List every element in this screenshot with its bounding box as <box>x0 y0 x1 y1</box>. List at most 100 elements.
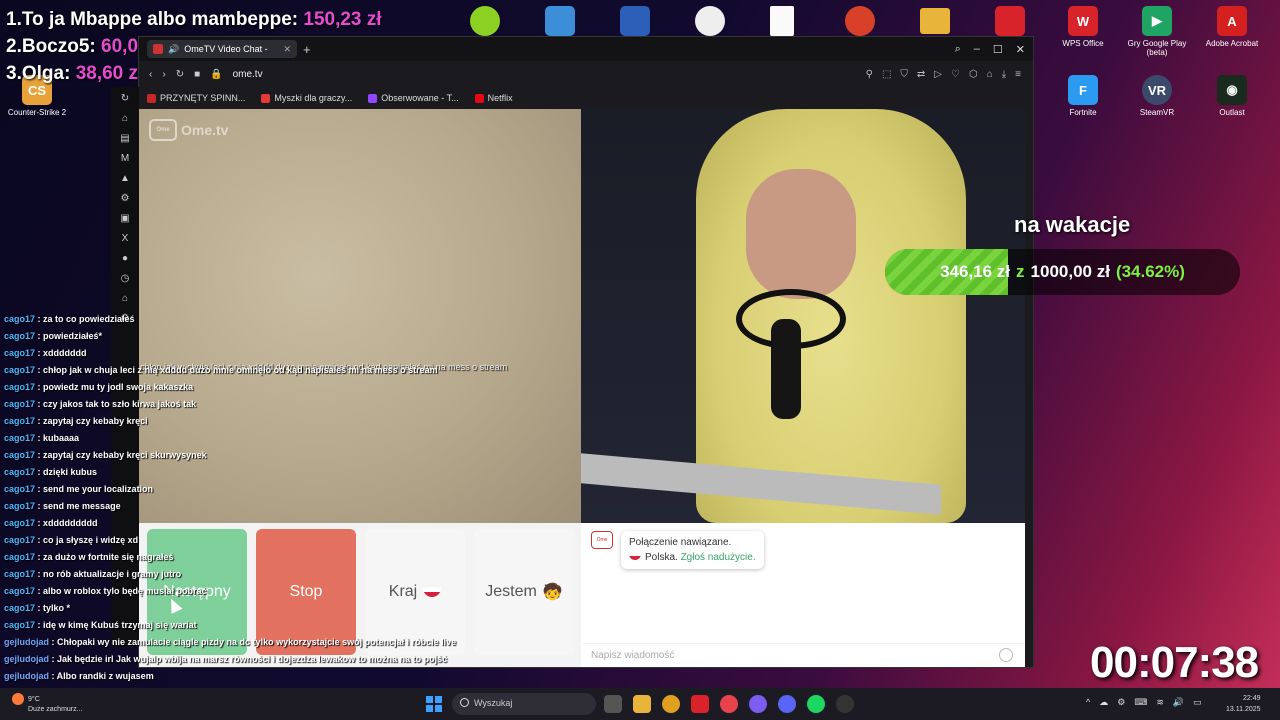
chat-message: cago17 : chłop jak w chuja leci z nią xd… <box>4 365 438 375</box>
screenshot-icon[interactable]: ⬚ <box>882 69 891 80</box>
desktop-icon-google-play[interactable]: ▶ Gry Google Play (beta) <box>1122 2 1192 57</box>
chat-username: cago17 <box>4 450 36 460</box>
heart-icon[interactable]: ♡ <box>951 69 960 80</box>
wallet-icon[interactable]: ⌂ <box>987 69 993 80</box>
chat-text: za to co powiedziałeś <box>43 314 135 324</box>
outlast-icon: ◉ <box>1217 75 1247 105</box>
chrome-icon[interactable] <box>662 695 680 713</box>
start-button[interactable] <box>426 696 442 712</box>
weather-widget[interactable]: 9°C Duże zachmurz... <box>12 693 82 715</box>
chat-message: cago17 : idę w kimę Kubuś trzymaj się wa… <box>4 620 197 630</box>
desktop-icon-acrobat[interactable]: A Adobe Acrobat <box>1197 2 1267 48</box>
sidebar-twitch-icon[interactable]: ▣ <box>120 213 129 224</box>
desktop-icon-steamvr[interactable]: VR SteamVR <box>1122 71 1192 117</box>
app-icon[interactable] <box>749 695 767 713</box>
translate-icon[interactable]: ⇄ <box>917 69 925 80</box>
tab-ometv[interactable]: 🔊 OmeTV Video Chat - ✕ <box>147 40 297 58</box>
shield-icon[interactable]: ⛉ <box>900 69 908 80</box>
sidebar-m-icon[interactable]: M <box>121 153 129 164</box>
word-icon[interactable] <box>620 6 650 36</box>
tray-gear-icon[interactable]: ⚙ <box>1117 697 1125 708</box>
system-tray: ^ ☁ ⚙ ⌨ ≋ 🔊 ▭ <box>1086 697 1202 708</box>
chat-username: gejludojad <box>4 637 49 647</box>
reload-icon[interactable]: ↻ <box>176 69 184 80</box>
pin-icon[interactable]: ⚲ <box>866 69 873 80</box>
task-view-icon[interactable] <box>604 695 622 713</box>
taskbar-search[interactable]: Wyszukaj <box>452 693 596 715</box>
chat-text: xddddddddd <box>43 518 98 528</box>
sidebar-a-icon[interactable]: ▲ <box>120 173 130 184</box>
url-field[interactable]: ome.tv <box>233 69 263 80</box>
tray-app-icon[interactable]: ☁ <box>1099 697 1108 708</box>
chat-text: Chłopaki wy nie zamulacie ciągle pizdy n… <box>57 637 457 647</box>
sidebar-clock-icon[interactable]: ◷ <box>121 273 130 284</box>
forward-icon[interactable]: › <box>162 69 165 80</box>
face <box>746 169 856 299</box>
goal-progress-bar: 346,16 zł z 1000,00 zł (34.62%) <box>885 249 1240 295</box>
presentation-icon[interactable] <box>845 6 875 36</box>
taskbar-clock[interactable]: 22:49 13.11.2025 <box>1226 693 1261 715</box>
desktop-icon-fortnite[interactable]: F Fortnite <box>1048 71 1118 117</box>
fortnite-icon: F <box>1068 75 1098 105</box>
chat-message: cago17 : xddddddddd <box>4 518 98 528</box>
sidebar-history-icon[interactable]: ↻ <box>121 93 129 104</box>
folder-icon[interactable] <box>920 8 950 34</box>
tray-chevron-icon[interactable]: ^ <box>1086 697 1090 708</box>
close-tab-icon[interactable]: ✕ <box>283 44 291 55</box>
tray-wifi-icon[interactable]: ≋ <box>1156 697 1164 708</box>
sidebar-chatgpt-icon[interactable]: ⚙ <box>121 193 130 204</box>
chat-message: cago17 : zapytaj czy kebaby kręci skurwy… <box>4 450 207 460</box>
sidebar-coin-icon[interactable]: ● <box>122 253 128 264</box>
back-icon[interactable]: ‹ <box>149 69 152 80</box>
google-play-games-icon: ▶ <box>1142 6 1172 36</box>
message-input[interactable]: Napisz wiadomość <box>583 643 1023 667</box>
sidebar-more-icon[interactable]: ⌂ <box>122 293 128 304</box>
opera-icon[interactable] <box>720 695 738 713</box>
sidebar-bag-icon[interactable]: ⌂ <box>122 113 128 124</box>
tray-battery-icon[interactable]: ▭ <box>1193 697 1202 708</box>
address-bar: ‹ › ↻ ■ 🔒 ome.tv ⚲ ⬚ ⛉ ⇄ ▷ ♡ ⬡ ⌂ ⤓ ≡ <box>139 61 1033 87</box>
gender-button[interactable]: Jestem 🧒 <box>474 529 574 655</box>
bookmark-item[interactable]: Obserwowane - T... <box>368 93 459 103</box>
sidebar-wallet-icon[interactable]: ▤ <box>120 133 129 144</box>
discord-icon[interactable] <box>778 695 796 713</box>
desktop-icon-outlast[interactable]: ◉ Outlast <box>1197 71 1267 117</box>
desktop-icon-wps[interactable]: W WPS Office <box>1048 2 1118 48</box>
bookmark-item[interactable]: Myszki dla graczy... <box>261 93 352 103</box>
minimize-icon[interactable]: – <box>974 43 980 56</box>
sidebar-x-icon[interactable]: X <box>122 233 129 244</box>
game-icon[interactable] <box>545 6 575 36</box>
obs-icon[interactable] <box>836 695 854 713</box>
play-icon[interactable]: ▷ <box>934 69 942 80</box>
spotify-icon[interactable] <box>807 695 825 713</box>
search-app-icon[interactable] <box>695 6 725 36</box>
app-plus-icon[interactable] <box>470 6 500 36</box>
bookmark-favicon <box>474 93 484 103</box>
chat-username: cago17 <box>4 314 36 324</box>
search-tabs-icon[interactable]: ⌕ <box>955 43 961 56</box>
extensions-icon[interactable]: ⬡ <box>969 69 978 80</box>
tray-lang-icon[interactable]: ⌨ <box>1134 697 1147 708</box>
wps-icon[interactable] <box>691 695 709 713</box>
tray-volume-icon[interactable]: 🔊 <box>1173 697 1184 708</box>
download-icon[interactable]: ⤓ <box>1002 69 1006 80</box>
camera-icon[interactable]: ■ <box>194 69 200 80</box>
report-abuse-link[interactable]: Zgłoś nadużycie. <box>681 552 756 563</box>
emoji-icon[interactable] <box>999 648 1013 662</box>
chat-message: gejludojad : Chłopaki wy nie zamulacie c… <box>4 637 457 647</box>
maximize-icon[interactable]: ☐ <box>993 43 1003 56</box>
chat-text: send me your localization <box>43 484 154 494</box>
ometv-favicon <box>153 44 163 54</box>
close-window-icon[interactable]: ✕ <box>1016 43 1025 56</box>
poland-flag-icon <box>629 552 641 560</box>
new-tab-button[interactable]: + <box>303 42 311 57</box>
adobe-acrobat-icon: A <box>1217 6 1247 36</box>
bookmark-item[interactable]: PRZYNĘTY SPINN... <box>147 93 245 103</box>
bookmark-item[interactable]: Netflix <box>474 93 513 103</box>
file-explorer-icon[interactable] <box>633 695 651 713</box>
pdf-icon[interactable] <box>995 6 1025 36</box>
menu-icon[interactable]: ≡ <box>1015 69 1021 80</box>
document-icon[interactable] <box>770 6 794 36</box>
chat-username: cago17 <box>4 552 36 562</box>
stream-timer: 00:07:38 <box>1090 638 1259 687</box>
